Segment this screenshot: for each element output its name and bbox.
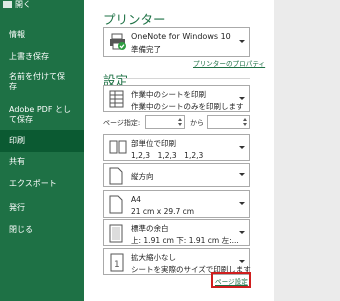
collated-icon [109,140,127,154]
no-scaling-icon: 1 [110,253,124,272]
pages-from-input[interactable] [145,115,185,129]
nav-info[interactable]: 情報 [0,28,84,42]
nav-save-as-label-2: 存 [9,82,17,91]
paper-size-select[interactable]: A4 21 cm x 29.7 cm [103,190,250,218]
margins-icon [109,224,123,243]
svg-text:1: 1 [114,260,120,270]
print-what-line2: 作業中のシートのみを印刷します [131,102,244,111]
highlight-box [211,272,251,288]
nav-publish-label: 発行 [9,203,25,212]
print-what-select[interactable]: 作業中のシートを印刷 作業中のシートのみを印刷します [103,85,250,112]
nav-save-as-adobe-pdf[interactable]: Adobe PDF とし て保存 [0,103,84,127]
paper-line1: A4 [131,195,141,204]
chevron-down-icon [239,173,245,176]
printer-select[interactable]: OneNote for Windows 10 準備完了 [103,27,250,57]
nav-publish[interactable]: 発行 [0,201,84,215]
nav-open[interactable]: 開く [0,0,84,14]
spin-up-icon [243,118,247,121]
print-what-line1: 作業中のシートを印刷 [131,90,206,99]
settings-divider [122,78,250,79]
scaling-select[interactable]: 1 拡大縮小なし シートを実際のサイズで印刷します [103,248,251,275]
nav-save-label: 上書き保存 [9,52,49,61]
spin-up-icon [178,118,182,121]
chevron-down-icon [239,40,245,43]
margins-select[interactable]: 標準の余白 上: 1.91 cm 下: 1.91 cm 左:... [103,219,250,246]
nav-export[interactable]: エクスポート [0,177,84,191]
chevron-down-icon [239,145,245,149]
paper-line2: 21 cm x 29.7 cm [131,207,195,216]
margins-line1: 標準の余白 [131,224,169,233]
folder-icon [3,1,12,8]
nav-save-as[interactable]: 名前を付けて保 存 [0,70,84,94]
collate-line1: 部単位で印刷 [131,139,176,148]
collate-select[interactable]: 部単位で印刷 1,2,3 1,2,3 1,2,3 [103,134,250,161]
collate-line2: 1,2,3 1,2,3 1,2,3 [131,151,204,160]
print-preview-area [274,0,340,301]
chevron-down-icon [239,96,245,100]
nav-adobe-pdf-label-2: て保存 [9,115,33,124]
nav-save-as-label: 名前を付けて保 [9,72,65,81]
pages-to-input[interactable] [207,115,250,129]
portrait-orientation-icon [109,167,123,185]
nav-share-label: 共有 [9,157,25,166]
backstage-sidebar: 開く 情報 上書き保存 名前を付けて保 存 Adobe PDF とし て保存 印… [0,0,84,301]
printer-status: 準備完了 [131,45,161,54]
scaling-line1: 拡大縮小なし [131,253,176,262]
nav-info-label: 情報 [9,30,25,39]
pages-label: ページ指定: [103,119,141,127]
spin-down-icon [178,123,182,126]
nav-print-label: 印刷 [9,136,25,145]
nav-print[interactable]: 印刷 [0,130,84,152]
chevron-down-icon [239,230,245,234]
margins-line2: 上: 1.91 cm 下: 1.91 cm 左:... [131,236,239,245]
nav-export-label: エクスポート [9,179,57,188]
printer-ready-icon [110,33,126,50]
spin-down-icon [243,123,247,126]
printer-properties-link[interactable]: プリンターのプロパティ [193,58,265,68]
orientation-select[interactable]: 縦方向 [103,163,250,187]
printer-section-title: プリンター [103,12,166,27]
nav-share[interactable]: 共有 [0,155,84,169]
nav-close[interactable]: 閉じる [0,223,84,237]
pages-to-label: から [190,119,204,127]
orientation-line1: 縦方向 [131,172,154,181]
sheet-icon [109,90,124,108]
nav-save[interactable]: 上書き保存 [0,50,84,64]
nav-open-label: 開く [15,0,31,9]
nav-close-label: 閉じる [9,225,33,234]
paper-size-icon [109,195,123,214]
nav-adobe-pdf-label: Adobe PDF とし [9,105,71,114]
chevron-down-icon [239,202,245,205]
chevron-down-icon [239,259,245,263]
printer-name: OneNote for Windows 10 [131,32,231,41]
